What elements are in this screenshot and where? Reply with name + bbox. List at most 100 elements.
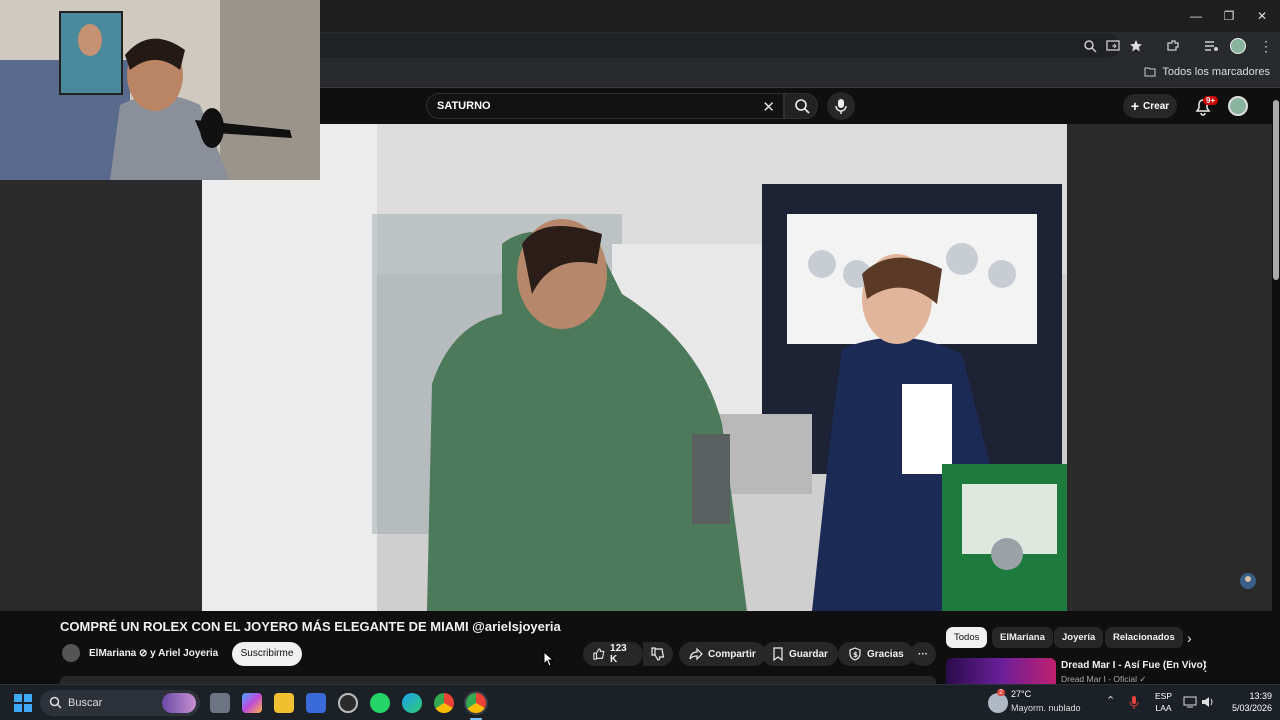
floating-avatar-icon <box>1240 573 1256 589</box>
video-frame[interactable] <box>202 124 1067 611</box>
create-label: Crear <box>1143 100 1170 112</box>
chip-todos[interactable]: Todos <box>946 627 988 648</box>
browser-titlebar: — ❐ ✕ <box>320 0 1280 32</box>
windows-start-icon[interactable] <box>14 694 32 712</box>
copilot-icon[interactable] <box>242 693 262 713</box>
address-bar[interactable] <box>320 34 1120 58</box>
dislike-button[interactable] <box>643 642 673 666</box>
save-label: Guardar <box>789 648 828 660</box>
create-button[interactable]: + Crear <box>1123 94 1177 118</box>
youtube-header: SATURNO ✕ + Crear 9+ <box>320 88 1272 124</box>
video-title: COMPRÉ UN ROLEX CON EL JOYERO MÁS ELEGAN… <box>60 619 561 634</box>
bookmark-star-icon[interactable] <box>1128 38 1144 54</box>
chip-relacionados[interactable]: Relacionados <box>1105 627 1183 648</box>
recommended-video-title[interactable]: Dread Mar I - Así Fue (En Vivo) <box>1061 660 1206 671</box>
obs-icon[interactable] <box>338 693 358 713</box>
weather-temperature: 27°C <box>1011 689 1032 699</box>
profile-avatar[interactable] <box>1230 38 1246 54</box>
webcam-image <box>0 0 320 180</box>
weather-description: Mayorm. nublado <box>1011 703 1081 713</box>
mic-tray-icon[interactable] <box>1128 695 1140 709</box>
search-icon <box>795 99 810 114</box>
clock-date: 5/03/2026 <box>1231 703 1272 713</box>
bookmark-icon <box>773 647 783 661</box>
microphone-icon <box>835 99 847 114</box>
all-bookmarks-button[interactable]: Todos los marcadores <box>1144 66 1270 78</box>
close-window-icon[interactable]: ✕ <box>1252 6 1272 26</box>
cast-icon[interactable] <box>1105 38 1121 54</box>
clock-time: 13:39 <box>1249 691 1272 701</box>
edge-icon[interactable] <box>402 693 422 713</box>
scrollbar-thumb[interactable] <box>1273 100 1279 280</box>
super-thanks-icon: $ <box>849 647 861 661</box>
chrome-active-icon[interactable] <box>466 693 486 713</box>
share-label: Compartir <box>708 648 756 660</box>
language-code: ESP <box>1155 691 1173 701</box>
channel-avatar[interactable] <box>62 644 80 662</box>
browser-toolbar: ⋮ <box>320 32 1280 60</box>
save-button[interactable]: Guardar <box>762 642 838 666</box>
description-box[interactable] <box>60 676 936 684</box>
channel-name[interactable]: ElMariana ⊘ y Ariel Joyeria <box>89 648 218 659</box>
recommended-menu-icon[interactable]: ⋮ <box>1199 659 1212 675</box>
keyboard-layout: LAA <box>1155 703 1172 713</box>
webcam-overlay <box>0 0 320 180</box>
microsoft-store-icon[interactable] <box>306 693 326 713</box>
weather-badge: 2 <box>997 689 1005 696</box>
system-clock[interactable]: 13:39 5/03/2026 <box>1226 690 1272 714</box>
share-icon <box>689 647 703 661</box>
file-explorer-icon[interactable] <box>274 693 294 713</box>
more-actions-icon: ··· <box>918 648 928 660</box>
search-input[interactable]: SATURNO ✕ <box>426 93 784 119</box>
taskbar-search-placeholder: Buscar <box>68 697 103 709</box>
video-side-panel-right <box>1067 124 1272 611</box>
thanks-button[interactable]: $ Gracias <box>838 642 914 666</box>
chrome-menu-icon[interactable]: ⋮ <box>1258 38 1274 54</box>
chip-joyeria[interactable]: Joyería <box>1054 627 1104 648</box>
minimize-icon[interactable]: — <box>1186 6 1206 26</box>
taskbar-search-input[interactable]: Buscar <box>40 690 200 716</box>
whatsapp-icon[interactable] <box>370 693 390 713</box>
share-button[interactable]: Compartir <box>679 642 766 666</box>
media-control-icon[interactable] <box>1203 38 1219 54</box>
recommended-video-thumbnail[interactable] <box>946 658 1056 684</box>
thanks-label: Gracias <box>867 648 904 660</box>
voice-search-button[interactable] <box>827 92 855 120</box>
like-count: 123 K <box>610 643 627 665</box>
account-avatar[interactable] <box>1228 96 1248 116</box>
svg-text:$: $ <box>853 651 858 659</box>
clear-search-icon[interactable]: ✕ <box>762 98 775 116</box>
all-bookmarks-label: Todos los marcadores <box>1162 66 1270 78</box>
like-button[interactable]: 123 K <box>583 642 643 666</box>
tray-overflow-icon[interactable]: ⌃ <box>1106 694 1115 707</box>
weather-icon[interactable] <box>988 693 1008 713</box>
subscribe-button[interactable]: Suscribirme <box>232 642 302 666</box>
folder-icon <box>1144 67 1156 77</box>
more-actions-button[interactable]: ··· <box>910 642 936 666</box>
chip-elmariana[interactable]: ElMariana <box>992 627 1053 648</box>
mouse-cursor-icon <box>543 651 555 667</box>
windows-taskbar: Buscar 2 27°C Mayorm. nublado ⌃ ESP LAA … <box>0 684 1280 720</box>
extensions-icon[interactable] <box>1165 38 1181 54</box>
notification-badge: 9+ <box>1203 96 1219 105</box>
network-icon[interactable] <box>1183 696 1197 708</box>
video-side-panel <box>0 180 202 611</box>
page-scrollbar[interactable] <box>1272 88 1280 684</box>
volume-icon[interactable] <box>1201 696 1215 708</box>
input-language[interactable]: ESP LAA <box>1155 690 1172 714</box>
search-highlight-icon <box>162 693 196 713</box>
restore-icon[interactable]: ❐ <box>1219 6 1239 26</box>
search-button[interactable] <box>784 93 818 119</box>
chips-next-icon[interactable]: › <box>1187 630 1192 646</box>
bookmarks-bar: Todos los marcadores <box>320 60 1280 88</box>
taskbar-search-icon <box>49 696 62 709</box>
thumbs-down-icon <box>651 647 665 661</box>
task-view-icon[interactable] <box>210 693 230 713</box>
plus-icon: + <box>1130 98 1140 114</box>
search-value: SATURNO <box>437 100 491 112</box>
zoom-icon[interactable] <box>1082 38 1098 54</box>
chrome-icon[interactable] <box>434 693 454 713</box>
video-scene-image <box>202 124 1067 611</box>
thumbs-up-icon <box>593 648 605 660</box>
video-player[interactable] <box>0 124 1272 611</box>
